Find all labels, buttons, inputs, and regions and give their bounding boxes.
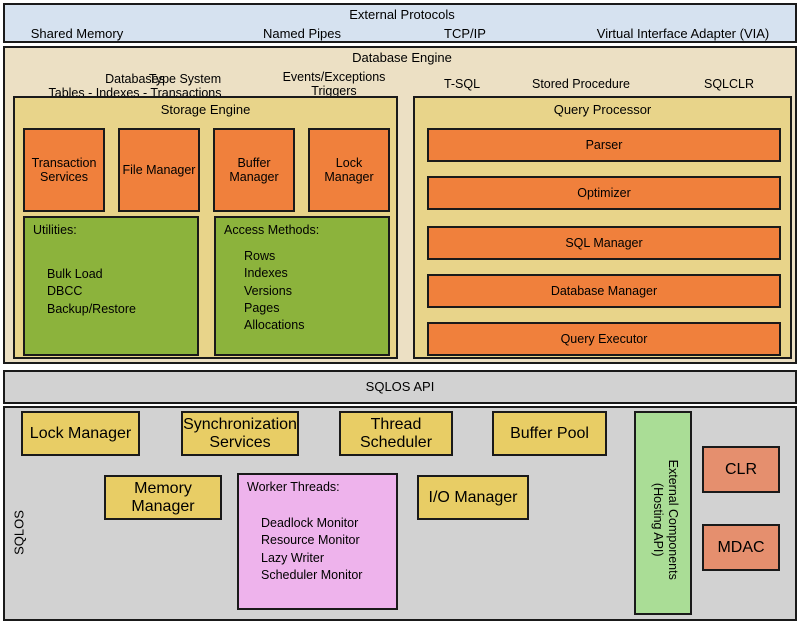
worker-threads-list: Deadlock Monitor Resource Monitor Lazy W… [261, 516, 363, 582]
stage-parser[interactable]: Parser [427, 128, 781, 162]
access-methods-heading: Access Methods: [224, 223, 320, 237]
sqlos-lock-manager[interactable]: Lock Manager [21, 411, 140, 456]
stage-database-manager[interactable]: Database Manager [427, 274, 781, 308]
database-engine-band: Database Engine Databases Tables - Index… [3, 46, 797, 364]
external-components-label: External Components (Hosting API) [651, 459, 680, 580]
sqlos-memory-manager[interactable]: Memory Manager [104, 475, 222, 520]
protocol-via: Virtual Interface Adapter (VIA) [596, 26, 770, 41]
external-components-box[interactable]: External Components (Hosting API) [634, 411, 692, 615]
component-transaction-services[interactable]: Transaction Services [23, 128, 105, 212]
database-engine-title: Database Engine [352, 50, 452, 65]
external-protocols-title: External Protocols [349, 7, 455, 22]
query-processor-panel: Query Processor Parser Optimizer SQL Man… [413, 96, 792, 359]
component-lock-manager[interactable]: Lock Manager [308, 128, 390, 212]
hosted-mdac[interactable]: MDAC [702, 524, 780, 571]
worker-threads-heading: Worker Threads: [247, 480, 340, 494]
storage-engine-title: Storage Engine [160, 102, 251, 117]
sqlos-synchronization-services[interactable]: Synchronization Services [181, 411, 299, 456]
sqlos-api-title: SQLOS API [365, 379, 435, 394]
utilities-heading: Utilities: [33, 223, 77, 237]
stage-optimizer[interactable]: Optimizer [427, 176, 781, 210]
sqlos-side-label: SQLOS [11, 510, 27, 555]
sqlos-api-band: SQLOS API [3, 370, 797, 404]
stage-query-executor[interactable]: Query Executor [427, 322, 781, 356]
worker-threads-box[interactable]: Worker Threads: Deadlock Monitor Resourc… [237, 473, 398, 610]
hosted-clr[interactable]: CLR [702, 446, 780, 493]
query-processor-title: Query Processor [553, 102, 652, 117]
component-file-manager[interactable]: File Manager [118, 128, 200, 212]
access-methods-list: Rows Indexes Versions Pages Allocations [244, 249, 305, 332]
stage-sql-manager[interactable]: SQL Manager [427, 226, 781, 260]
utilities-list: Bulk Load DBCC Backup/Restore [47, 267, 136, 316]
de-caption-sqlclr: SQLCLR [703, 77, 755, 91]
access-methods-box[interactable]: Access Methods: Rows Indexes Versions Pa… [214, 216, 390, 356]
external-protocols-band: External Protocols Shared Memory Named P… [3, 3, 797, 43]
diagram-canvas: External Protocols Shared Memory Named P… [0, 0, 800, 624]
component-buffer-manager[interactable]: Buffer Manager [213, 128, 295, 212]
sqlos-thread-scheduler[interactable]: Thread Scheduler [339, 411, 453, 456]
sqlos-io-manager[interactable]: I/O Manager [417, 475, 529, 520]
sqlos-buffer-pool[interactable]: Buffer Pool [492, 411, 607, 456]
utilities-box[interactable]: Utilities: Bulk Load DBCC Backup/Restore [23, 216, 199, 356]
storage-engine-panel: Storage Engine Transaction Services File… [13, 96, 398, 359]
